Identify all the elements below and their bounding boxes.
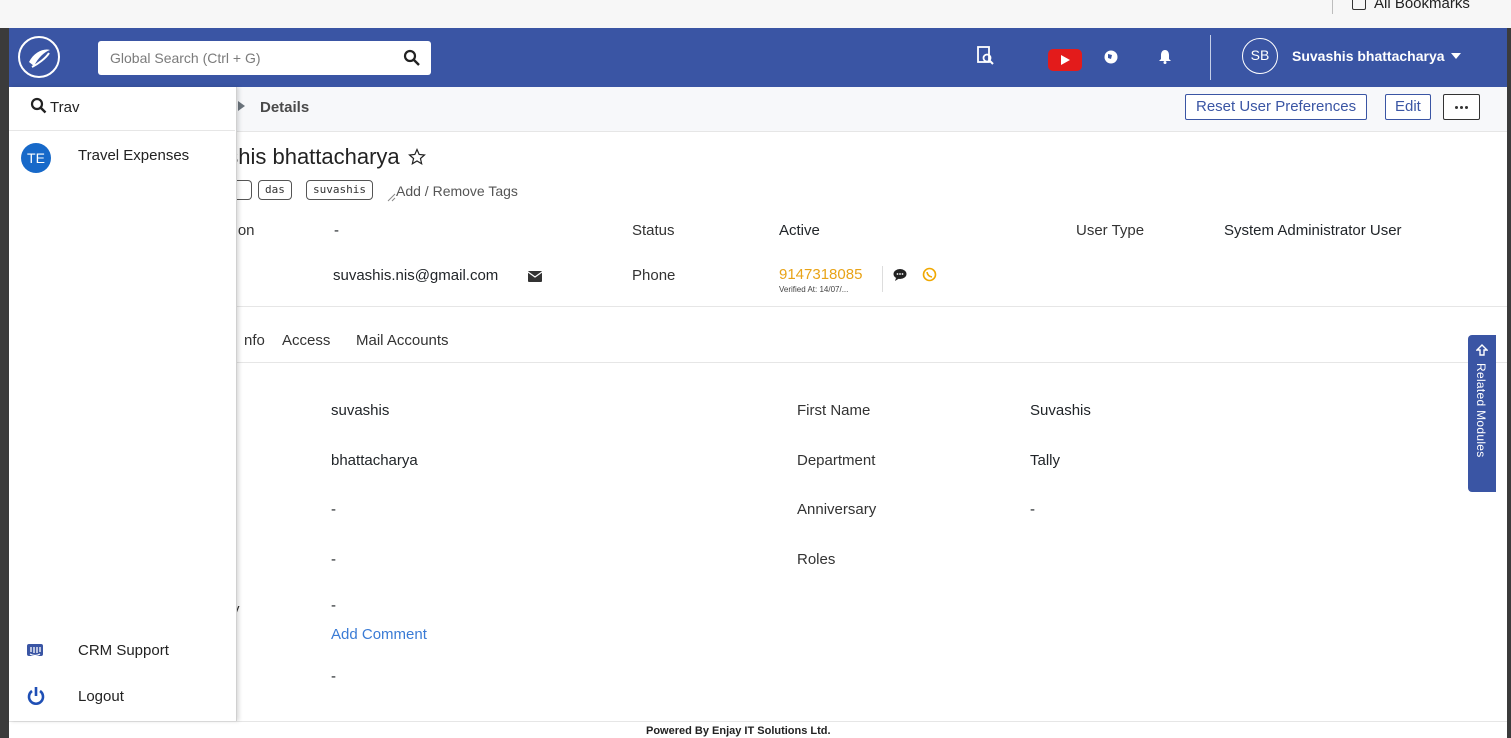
footer-text: Powered By Enjay IT Solutions Ltd. (646, 725, 831, 737)
global-search-box (98, 41, 431, 75)
detail-value: - (331, 551, 336, 568)
tab-access[interactable]: Access (282, 332, 330, 349)
search-icon[interactable] (403, 49, 421, 67)
window-frame-right (1507, 28, 1511, 737)
menu-search-query[interactable]: Trav (50, 99, 79, 116)
tabs-divider (215, 362, 1507, 363)
phone-divider (882, 266, 883, 292)
detail-value: - (331, 668, 336, 685)
globe-icon[interactable] (1104, 50, 1118, 64)
global-search-input[interactable] (110, 48, 390, 68)
reset-preferences-button[interactable]: Reset User Preferences (1185, 94, 1368, 120)
folder-icon (1352, 0, 1366, 10)
power-icon (27, 687, 45, 705)
department-label: Department (797, 452, 876, 469)
user-name-label: Suvashis bhattacharya (1292, 48, 1445, 64)
whatsapp-icon[interactable] (922, 267, 937, 282)
more-dots-icon (1455, 105, 1458, 109)
browser-bookmarks-bar (0, 0, 1511, 28)
tab-info[interactable]: nfo (244, 332, 265, 349)
last-name-value: bhattacharya (331, 452, 418, 469)
search-icon (30, 97, 47, 114)
sms-icon[interactable] (893, 268, 907, 281)
user-name-value: suvashis (331, 402, 390, 419)
status-value: Active (779, 222, 820, 239)
user-menu-toggle[interactable]: Suvashis bhattacharya (1292, 48, 1461, 64)
all-bookmarks-label: All Bookmarks (1374, 0, 1470, 12)
menu-item-crm-support[interactable]: CRM Support (78, 642, 169, 659)
support-chat-icon (27, 644, 43, 657)
app-logo[interactable] (18, 36, 60, 78)
chevron-down-icon (1450, 53, 1461, 59)
status-label: Status (632, 222, 675, 239)
breadcrumb-separator-icon (238, 101, 245, 111)
window-frame-left (0, 28, 9, 737)
tag-chip[interactable]: das (258, 180, 292, 200)
bookmarks-divider (1332, 0, 1333, 14)
more-dots-icon-3 (1465, 105, 1468, 109)
edit-button[interactable]: Edit (1385, 94, 1431, 120)
phone-label: Phone (632, 267, 676, 284)
add-remove-tags-link[interactable]: Add / Remove Tags (396, 183, 518, 199)
record-name: ashis bhattacharya (215, 144, 400, 169)
record-title: ashis bhattacharya (215, 144, 426, 170)
related-modules-tab[interactable]: Related Modules (1468, 335, 1496, 492)
youtube-icon[interactable] (1048, 49, 1082, 71)
detail-value: - (331, 501, 336, 518)
tab-mail-accounts[interactable]: Mail Accounts (356, 332, 449, 349)
resize-handle-icon (387, 193, 396, 202)
first-name-label: First Name (797, 402, 871, 419)
navbar-divider (1210, 35, 1211, 80)
comment-value: - (331, 597, 336, 614)
side-menu (9, 87, 237, 721)
document-search-icon[interactable] (976, 45, 996, 67)
roles-label: Roles (797, 551, 836, 568)
breadcrumb-current: Details (260, 99, 310, 116)
related-modules-label: Related Modules (1474, 363, 1488, 458)
tag-chip[interactable]: suvashis (306, 180, 373, 200)
designation-value: - (334, 222, 339, 239)
anniversary-label: Anniversary (797, 501, 877, 518)
phone-verified-note: Verified At: 14/07/... (779, 285, 849, 294)
envelope-icon[interactable] (528, 271, 542, 282)
menu-item-logout[interactable]: Logout (78, 688, 124, 705)
bell-icon[interactable] (1158, 49, 1172, 64)
email-value[interactable]: suvashis.nis@gmail.com (333, 267, 498, 284)
menu-result-badge: TE (21, 143, 51, 173)
menu-item-travel-expenses[interactable]: Travel Expenses (78, 147, 189, 164)
first-name-value: Suvashis (1030, 402, 1091, 419)
department-value: Tally (1030, 452, 1061, 469)
user-avatar[interactable]: SB (1242, 38, 1278, 74)
more-actions-button[interactable] (1443, 94, 1480, 120)
anniversary-value: - (1030, 501, 1035, 518)
star-icon[interactable] (407, 148, 426, 166)
all-bookmarks-button[interactable]: All Bookmarks (1352, 0, 1470, 12)
more-dots-icon-2 (1460, 105, 1463, 109)
user-type-value: System Administrator User (1224, 222, 1402, 239)
pointer-icon (1476, 344, 1488, 356)
logo-swoosh-icon (29, 49, 50, 68)
user-type-label: User Type (1076, 222, 1145, 239)
add-comment-link[interactable]: Add Comment (331, 626, 427, 643)
phone-value[interactable]: 9147318085 (779, 266, 862, 283)
